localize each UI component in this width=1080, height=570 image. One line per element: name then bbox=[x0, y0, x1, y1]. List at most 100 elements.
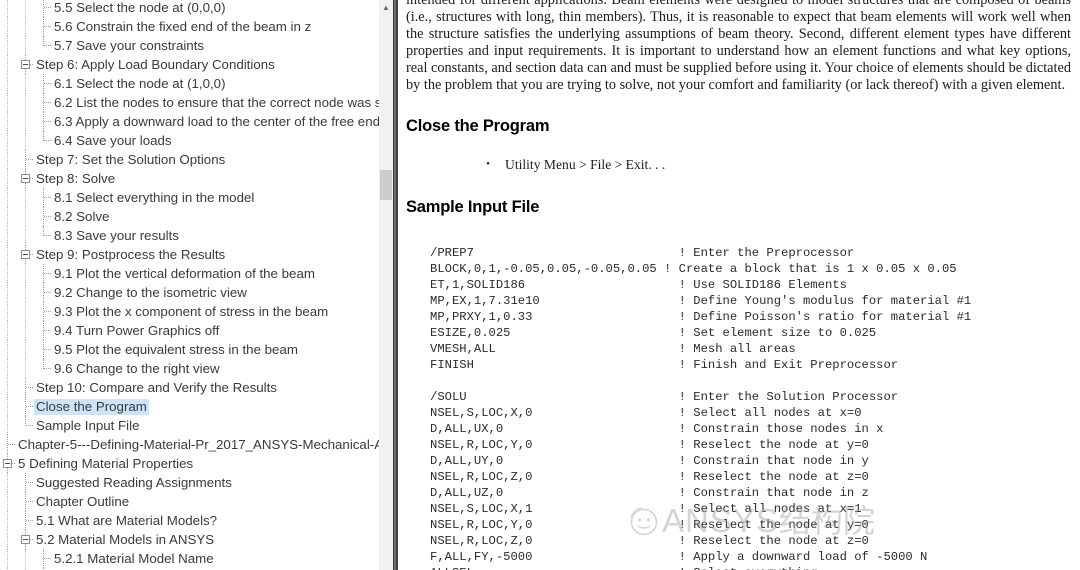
toc-guide-line bbox=[7, 131, 8, 150]
toc-guide-line bbox=[7, 245, 8, 264]
toc-item-label: 5.5 Select the node at (0,0,0) bbox=[54, 0, 226, 15]
toc-guide-line bbox=[7, 207, 8, 226]
toc-item[interactable]: 5.2.1 Material Model Name bbox=[0, 549, 393, 568]
toc-item-label: Step 7: Set the Solution Options bbox=[36, 151, 226, 167]
toc-guide-line bbox=[7, 530, 8, 549]
toc-item[interactable]: 6.2 List the nodes to ensure that the co… bbox=[0, 93, 393, 112]
toc-item[interactable]: Chapter Outline bbox=[0, 492, 393, 511]
toc-item[interactable]: Step 8: Solve bbox=[0, 169, 393, 188]
toc-indent-guides bbox=[0, 169, 34, 188]
toc-indent-guides bbox=[0, 112, 52, 131]
toc-item[interactable]: 9.6 Change to the right view bbox=[0, 359, 393, 378]
toc-guide-line bbox=[25, 302, 26, 321]
toc-collapse-icon[interactable] bbox=[21, 60, 30, 69]
toc-guide-line bbox=[7, 36, 8, 55]
toc-sidebar[interactable]: 5.5 Select the node at (0,0,0) 5.6 Constr… bbox=[0, 0, 393, 570]
toc-indent-guides bbox=[0, 226, 52, 245]
toc-item-label: 9.5 Plot the equivalent stress in the be… bbox=[54, 341, 298, 357]
toc-indent-guides bbox=[0, 435, 16, 454]
toc-indent-guides bbox=[0, 473, 34, 492]
toc-item[interactable]: Step 10: Compare and Verify the Results bbox=[0, 378, 393, 397]
document-content-pane[interactable]: intended for different applications. Bea… bbox=[398, 0, 1080, 570]
toc-item-label: Chapter Outline bbox=[36, 493, 130, 509]
toc-item[interactable]: Step 6: Apply Load Boundary Conditions bbox=[0, 55, 393, 74]
toc-elbow-horizontal bbox=[44, 197, 51, 198]
toc-elbow-horizontal bbox=[44, 311, 51, 312]
toc-elbow-horizontal bbox=[44, 216, 51, 217]
toc-item[interactable]: 5.1 What are Material Models? bbox=[0, 511, 393, 530]
toc-item[interactable]: 5.2 Material Models in ANSYS bbox=[0, 530, 393, 549]
toc-guide-line bbox=[25, 340, 26, 359]
toc-item[interactable]: 8.3 Save your results bbox=[0, 226, 393, 245]
close-program-bullet-text: Utility Menu > File > Exit. . . bbox=[505, 156, 666, 172]
toc-item[interactable]: 5.6 Constrain the fixed end of the beam … bbox=[0, 17, 393, 36]
toc-item[interactable]: Suggested Reading Assignments bbox=[0, 473, 393, 492]
toc-indent-guides bbox=[0, 74, 52, 93]
toc-item[interactable]: 5.7 Save your constraints bbox=[0, 36, 393, 55]
toc-indent-guides bbox=[0, 530, 34, 549]
toc-guide-line bbox=[7, 169, 8, 188]
toc-item-label: 6.1 Select the node at (1,0,0) bbox=[54, 75, 226, 91]
document-body: intended for different applications. Bea… bbox=[406, 0, 1071, 570]
toc-item-label: 9.2 Change to the isometric view bbox=[54, 284, 247, 300]
toc-guide-line bbox=[7, 283, 8, 302]
toc-item[interactable]: 6.4 Save your loads bbox=[0, 131, 393, 150]
toc-indent-guides bbox=[0, 397, 34, 416]
toc-elbow-horizontal bbox=[44, 45, 51, 46]
toc-item[interactable]: 5 Defining Material Properties bbox=[0, 454, 393, 473]
toc-item[interactable]: 8.1 Select everything in the model bbox=[0, 188, 393, 207]
toc-item[interactable]: 9.3 Plot the x component of stress in th… bbox=[0, 302, 393, 321]
document-viewer-window: 5.5 Select the node at (0,0,0) 5.6 Constr… bbox=[0, 0, 1080, 570]
toc-elbow-horizontal bbox=[26, 501, 33, 502]
toc-indent-guides bbox=[0, 511, 34, 530]
toc-item-label: 5.6 Constrain the fixed end of the beam … bbox=[54, 18, 312, 34]
toc-indent-guides bbox=[0, 454, 16, 473]
toc-item[interactable]: Close the Program bbox=[0, 397, 393, 416]
toc-collapse-icon[interactable] bbox=[21, 535, 30, 544]
scrollbar-thumb[interactable] bbox=[380, 170, 392, 200]
toc-guide-line bbox=[7, 321, 8, 340]
toc-item[interactable]: 6.3 Apply a downward load to the center … bbox=[0, 112, 393, 131]
toc-elbow-horizontal bbox=[44, 121, 51, 122]
toc-item-label: 9.6 Change to the right view bbox=[54, 360, 220, 376]
toc-collapse-icon[interactable] bbox=[21, 174, 30, 183]
toc-indent-guides bbox=[0, 416, 34, 435]
toc-elbow-horizontal bbox=[44, 140, 51, 141]
toc-elbow-horizontal bbox=[26, 387, 33, 388]
code-block-preprocessor: /PREP7 ! Enter the Preprocessor BLOCK,0,… bbox=[430, 245, 972, 372]
toc-item[interactable]: Sample Input File bbox=[0, 416, 393, 435]
toc-item-label: 9.3 Plot the x component of stress in th… bbox=[54, 303, 329, 319]
toc-item[interactable]: 5.5 Select the node at (0,0,0) bbox=[0, 0, 393, 17]
toc-item[interactable]: 8.2 Solve bbox=[0, 207, 393, 226]
toc-tree[interactable]: 5.5 Select the node at (0,0,0) 5.6 Constr… bbox=[0, 0, 393, 570]
scroll-up-arrow-icon[interactable]: ▲ bbox=[379, 0, 393, 16]
toc-item[interactable]: 9.4 Turn Power Graphics off bbox=[0, 321, 393, 340]
toc-item[interactable]: 9.1 Plot the vertical deformation of the… bbox=[0, 264, 393, 283]
toc-item[interactable]: 6.1 Select the node at (1,0,0) bbox=[0, 74, 393, 93]
toc-vertical-scrollbar[interactable]: ▲ bbox=[379, 0, 393, 570]
toc-item-label: 5.7 Save your constraints bbox=[54, 37, 205, 53]
toc-collapse-icon[interactable] bbox=[3, 459, 12, 468]
toc-indent-guides bbox=[0, 302, 52, 321]
toc-item-label: 5.2 Material Models in ANSYS bbox=[36, 531, 215, 547]
toc-item[interactable]: Step 9: Postprocess the Results bbox=[0, 245, 393, 264]
toc-item-label: 5.2.1 Material Model Name bbox=[54, 550, 214, 566]
sample-input-file-heading: Sample Input File bbox=[406, 197, 540, 216]
toc-collapse-icon[interactable] bbox=[21, 250, 30, 259]
toc-item-label: Step 8: Solve bbox=[36, 170, 116, 186]
toc-guide-line bbox=[7, 226, 8, 245]
toc-elbow-horizontal bbox=[44, 368, 51, 369]
toc-guide-line bbox=[7, 340, 8, 359]
toc-item[interactable]: Chapter-5---Defining-Material-Pr_2017_AN… bbox=[0, 435, 393, 454]
toc-item[interactable]: 9.5 Plot the equivalent stress in the be… bbox=[0, 340, 393, 359]
toc-guide-line bbox=[25, 131, 26, 150]
toc-guide-line bbox=[7, 397, 8, 416]
toc-item[interactable]: Step 7: Set the Solution Options bbox=[0, 150, 393, 169]
toc-elbow-horizontal bbox=[44, 292, 51, 293]
toc-item-label: 9.4 Turn Power Graphics off bbox=[54, 322, 220, 338]
toc-item[interactable]: 9.2 Change to the isometric view bbox=[0, 283, 393, 302]
bullet-dot-icon: • bbox=[486, 157, 490, 170]
toc-indent-guides bbox=[0, 283, 52, 302]
toc-item-label: 8.2 Solve bbox=[54, 208, 110, 224]
intro-paragraph: intended for different applications. Bea… bbox=[406, 0, 1071, 94]
